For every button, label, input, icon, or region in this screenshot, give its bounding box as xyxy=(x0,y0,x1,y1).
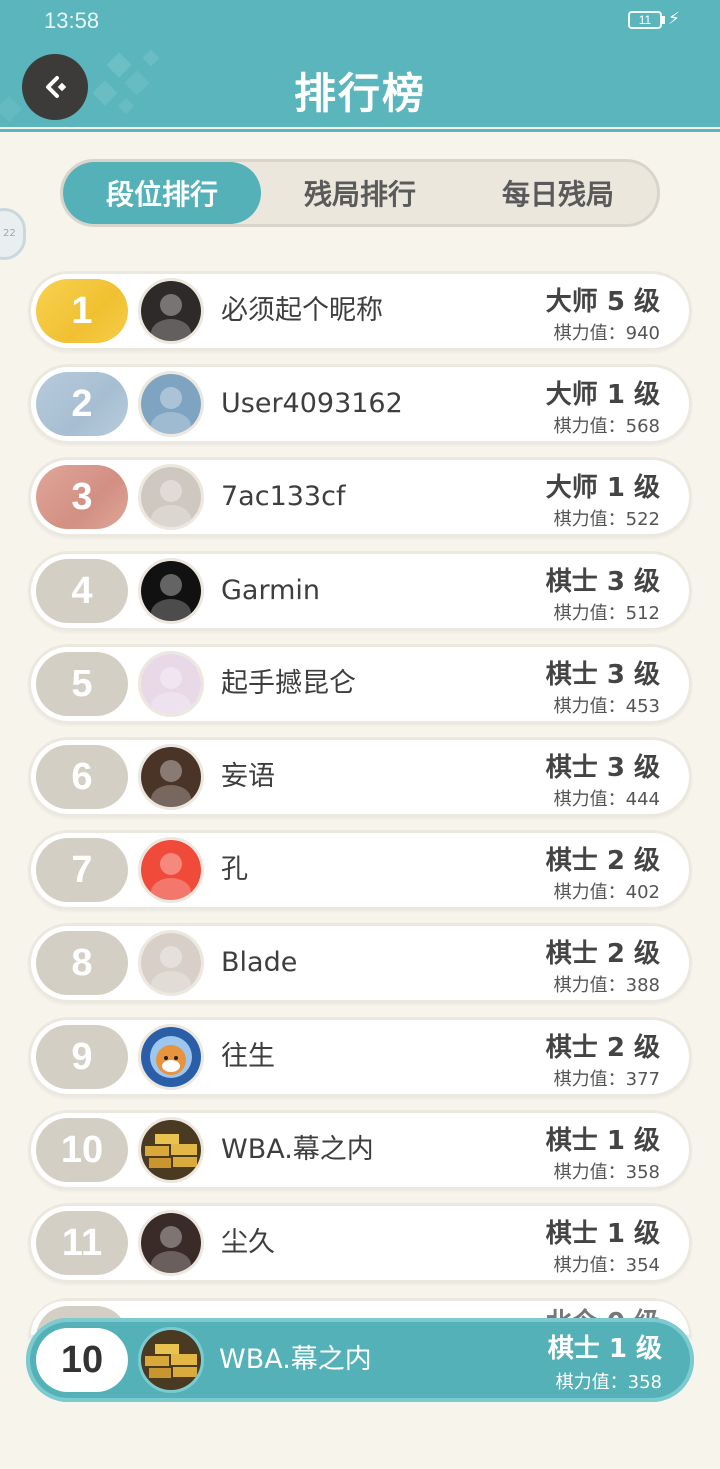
rank-badge: 8 xyxy=(36,931,128,996)
status-time: 13:58 xyxy=(44,8,100,33)
rank-badge: 6 xyxy=(36,745,128,809)
charging-icon: ⚡ xyxy=(668,9,680,29)
rank-badge: 3 xyxy=(36,465,128,530)
rank-badge: 11 xyxy=(36,1211,128,1275)
gold-bars-avatar xyxy=(138,1116,204,1183)
player-name: 妄语 xyxy=(221,761,275,792)
tab-endgame-rank[interactable]: 残局排行 xyxy=(261,162,459,224)
level-label: 棋士 1 级 xyxy=(545,1125,660,1156)
rank-badge: 5 xyxy=(36,651,128,716)
ranking-row[interactable]: 6 妄语 棋士 3 级棋力值：444 xyxy=(28,737,692,817)
header-bar: 13:58 11 ⚡ 排行榜 xyxy=(0,0,720,124)
tab-daily-endgame[interactable]: 每日残局 xyxy=(459,162,657,224)
player-name: 孔 xyxy=(221,854,248,886)
ranking-row[interactable]: 8 Blade 棋士 2 级棋力值：388 xyxy=(28,923,692,1004)
power-value: 棋力值：354 xyxy=(553,1255,660,1276)
gold-bars-avatar xyxy=(138,1327,204,1393)
player-name: 起手撼昆仑 xyxy=(221,667,356,699)
player-name: 往生 xyxy=(221,1040,275,1072)
power-value: 棋力值：444 xyxy=(553,789,660,810)
ranking-row[interactable]: 3 7ac133cf 大师 1 级棋力值：522 xyxy=(28,457,692,538)
power-value: 棋力值：402 xyxy=(553,882,660,904)
ranking-row[interactable]: 10 WBA.幕之内 棋士 1 级棋力值：358 xyxy=(28,1109,692,1190)
level-label: 棋士 2 级 xyxy=(545,939,660,970)
player-name: 7ac133cf xyxy=(221,481,346,513)
dog-avatar xyxy=(138,1023,204,1090)
my-name: WBA.幕之内 xyxy=(219,1344,372,1375)
rank-badge: 2 xyxy=(36,372,128,437)
character-avatar xyxy=(138,278,204,344)
my-level: 棋士 1 级 xyxy=(547,1334,662,1364)
rank-badge: 4 xyxy=(36,558,128,623)
level-label: 棋士 2 级 xyxy=(545,846,660,877)
character-avatar xyxy=(138,1210,204,1276)
level-label: 棋士 3 级 xyxy=(545,566,660,597)
rank-badge: 10 xyxy=(36,1117,128,1182)
rank-badge: 9 xyxy=(36,1024,128,1089)
character-avatar xyxy=(138,371,204,438)
power-value: 棋力值：522 xyxy=(553,509,660,531)
level-label: 棋士 3 级 xyxy=(545,753,660,783)
character-avatar xyxy=(138,837,204,904)
character-avatar xyxy=(138,930,204,997)
character-avatar xyxy=(138,557,204,624)
rank-badge: 1 xyxy=(36,279,128,343)
side-floating-bubble[interactable]: 22 xyxy=(0,208,26,260)
ranking-row[interactable]: 2 User4093162 大师 1 级棋力值：568 xyxy=(28,364,692,445)
level-label: 大师 5 级 xyxy=(545,287,660,317)
ranking-row[interactable]: 4 Garmin 棋士 3 级棋力值：512 xyxy=(28,550,692,631)
player-name: 尘久 xyxy=(221,1227,275,1258)
page-title: 排行榜 xyxy=(293,69,426,118)
player-name: User4093162 xyxy=(221,388,403,420)
player-name: Garmin xyxy=(221,574,321,606)
level-label: 棋士 2 级 xyxy=(545,1032,660,1063)
my-rank-badge: 10 xyxy=(36,1328,128,1392)
battery-tip xyxy=(662,16,665,24)
level-label: 大师 1 级 xyxy=(545,380,660,411)
tab-bar: 段位排行 残局排行 每日残局 xyxy=(60,159,660,227)
ranking-row[interactable]: 11 尘久 棋士 1 级棋力值：354 xyxy=(28,1203,692,1283)
level-label: 大师 1 级 xyxy=(545,473,660,504)
battery-icon: 11 xyxy=(628,11,662,29)
character-avatar xyxy=(138,464,204,531)
power-value: 棋力值：377 xyxy=(553,1068,660,1090)
power-value: 棋力值：512 xyxy=(553,602,660,624)
header-divider xyxy=(0,124,720,132)
character-avatar xyxy=(138,744,204,810)
ranking-row[interactable]: 9 往生 棋士 2 级棋力值：377 xyxy=(28,1016,692,1097)
my-power: 棋力值：358 xyxy=(555,1372,662,1393)
rank-badge: 7 xyxy=(36,838,128,903)
player-name: WBA.幕之内 xyxy=(221,1133,374,1165)
player-name: Blade xyxy=(221,947,298,979)
player-name: 必须起个昵称 xyxy=(221,295,383,326)
level-label: 棋士 3 级 xyxy=(545,659,660,690)
power-value: 棋力值：358 xyxy=(553,1161,660,1183)
tab-rank[interactable]: 段位排行 xyxy=(63,162,261,224)
power-value: 棋力值：453 xyxy=(553,695,660,717)
character-avatar xyxy=(138,650,204,717)
ranking-row[interactable]: 5 起手撼昆仑 棋士 3 级棋力值：453 xyxy=(28,643,692,724)
power-value: 棋力值：568 xyxy=(553,416,660,438)
power-value: 棋力值：388 xyxy=(553,975,660,997)
my-rank-row[interactable]: 10 WBA.幕之内 棋士 1 级 棋力值：358 xyxy=(26,1318,694,1402)
level-label: 棋士 1 级 xyxy=(545,1219,660,1249)
ranking-row[interactable]: 1 必须起个昵称 大师 5 级棋力值：940 xyxy=(28,271,692,351)
ranking-row[interactable]: 7 孔 棋士 2 级棋力值：402 xyxy=(28,830,692,911)
power-value: 棋力值：940 xyxy=(553,323,660,344)
